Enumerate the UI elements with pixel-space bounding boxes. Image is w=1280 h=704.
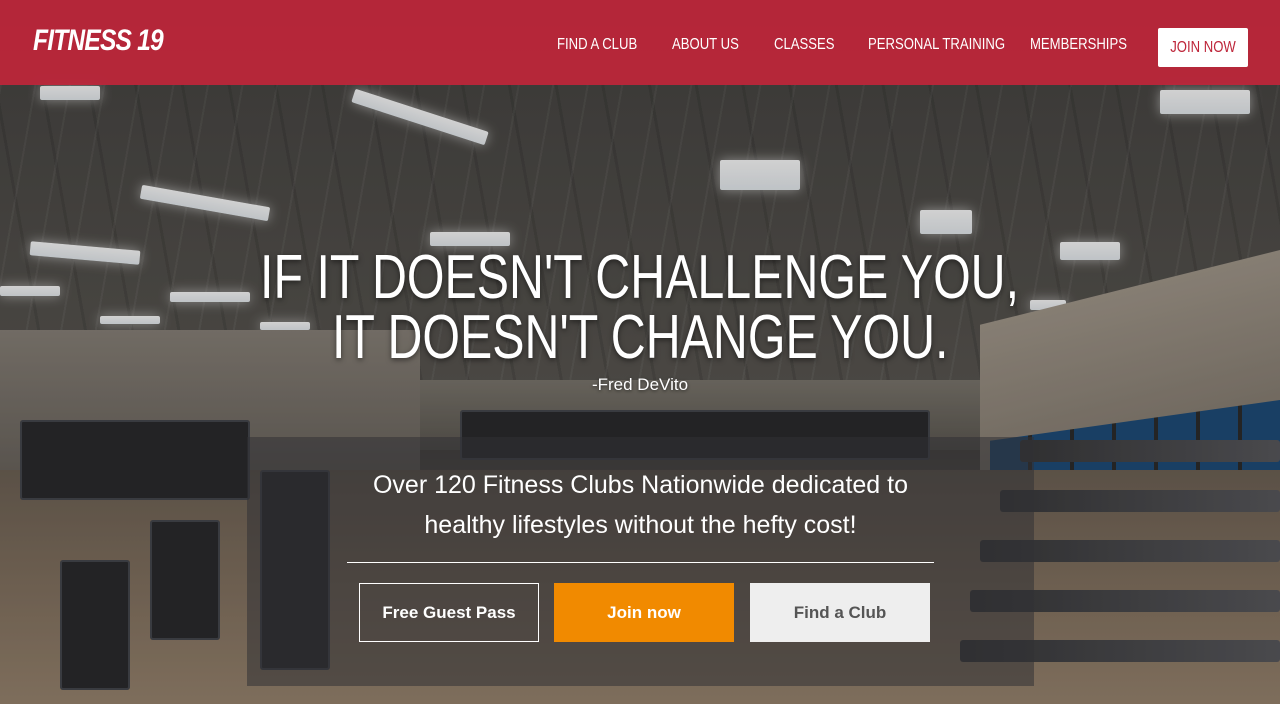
divider [347, 562, 934, 563]
nav-personal-training[interactable]: PERSONAL TRAINING [868, 36, 1005, 54]
nav-memberships[interactable]: MEMBERSHIPS [1030, 36, 1127, 54]
tagline-line-1: Over 120 Fitness Clubs Nationwide dedica… [372, 471, 908, 499]
free-guest-pass-button[interactable]: Free Guest Pass [359, 583, 539, 642]
quote-author: -Fred DeVito [591, 375, 689, 394]
main-nav: FIND A CLUB ABOUT US CLASSES PERSONAL TR… [0, 0, 1280, 85]
find-a-club-button[interactable]: Find a Club [750, 583, 930, 642]
nav-classes[interactable]: CLASSES [774, 36, 835, 54]
hero-headline-line-2: IT DOESN'T CHANGE YOU. [0, 303, 1280, 372]
hero-headline-line-1: IF IT DOESN'T CHALLENGE YOU, [0, 243, 1280, 312]
hero-headline-text: IF IT DOESN'T CHALLENGE YOU, [260, 243, 1020, 312]
header-join-now-label: JOIN NOW [1170, 38, 1236, 56]
nav-find-a-club[interactable]: FIND A CLUB [557, 36, 637, 54]
hero-headline-text: IT DOESN'T CHANGE YOU. [331, 303, 949, 372]
site-header: FITNESS 19 FIND A CLUB ABOUT US CLASSES … [0, 0, 1280, 85]
hero-tagline: Over 120 Fitness Clubs Nationwide dedica… [247, 465, 1034, 545]
cta-panel: Over 120 Fitness Clubs Nationwide dedica… [247, 437, 1034, 686]
join-now-button[interactable]: Join now [554, 583, 734, 642]
header-join-now-button[interactable]: JOIN NOW [1158, 28, 1248, 67]
nav-about-us[interactable]: ABOUT US [672, 36, 739, 54]
tagline-line-2: healthy lifestyles without the hefty cos… [424, 511, 857, 539]
